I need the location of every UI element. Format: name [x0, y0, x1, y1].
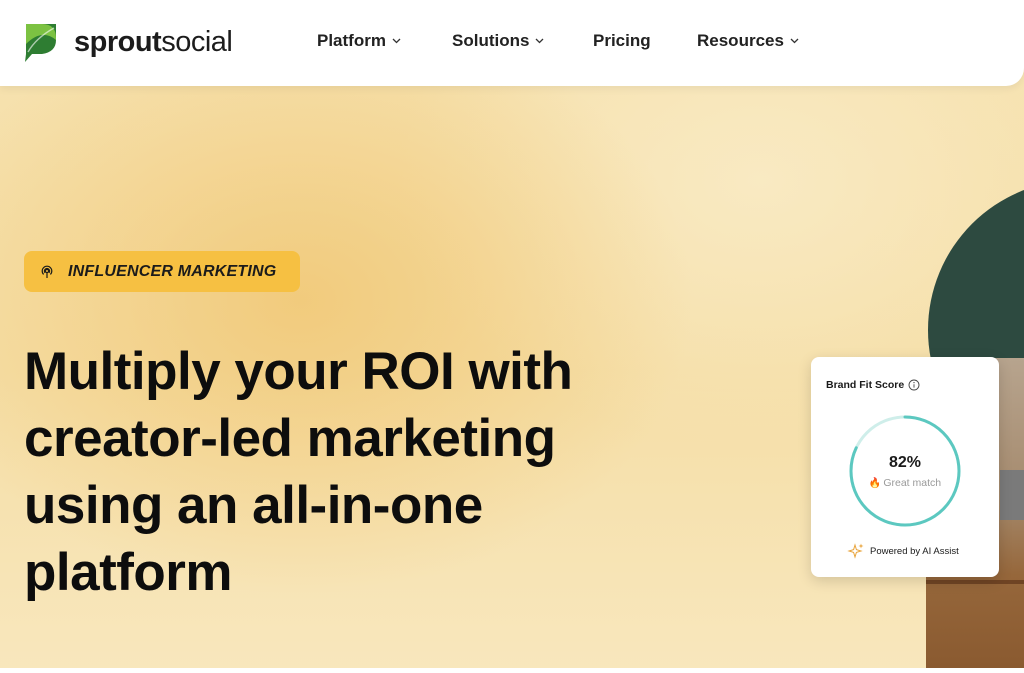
- chevron-down-icon: [790, 38, 799, 44]
- powered-by-label: Powered by AI Assist: [870, 545, 959, 557]
- flame-icon: 🔥: [868, 478, 882, 489]
- photo-shelf: [926, 580, 1024, 584]
- nav-item-platform[interactable]: Platform: [317, 31, 401, 51]
- info-icon[interactable]: [908, 379, 920, 391]
- nav-item-solutions[interactable]: Solutions: [452, 31, 544, 51]
- sprout-leaf-icon: [25, 24, 56, 62]
- section-divider: [0, 668, 1024, 673]
- category-badge: INFLUENCER MARKETING: [24, 251, 300, 292]
- nav-item-resources[interactable]: Resources: [697, 31, 799, 51]
- nav-item-label: Resources: [697, 31, 784, 50]
- sparkle-icon: [847, 543, 864, 559]
- badge-label: INFLUENCER MARKETING: [68, 262, 277, 280]
- match-label: 🔥 Great match: [868, 477, 942, 489]
- card-title-label: Brand Fit Score: [826, 379, 905, 391]
- nav-item-pricing[interactable]: Pricing: [593, 31, 651, 51]
- chevron-down-icon: [535, 38, 544, 44]
- hero-headline: Multiply your ROI with creator-led marke…: [24, 342, 573, 602]
- sprout-social-logo[interactable]: sproutsocial: [22, 20, 233, 64]
- nav-item-label: Pricing: [593, 31, 651, 50]
- score-value: 82%: [888, 454, 922, 471]
- card-title: Brand Fit Score: [826, 379, 920, 391]
- wordmark: sproutsocial: [74, 25, 233, 58]
- powered-by-ai-assist: Powered by AI Assist: [847, 542, 959, 560]
- photo-laptop: [1000, 470, 1024, 520]
- influencer-broadcast-icon: [41, 265, 53, 278]
- nav-item-label: Platform: [317, 31, 386, 50]
- brand-fit-card: Brand Fit Score 82% 🔥 Great match Powered…: [811, 357, 999, 577]
- nav-item-label: Solutions: [452, 31, 530, 50]
- chevron-down-icon: [392, 38, 401, 44]
- site-header: sproutsocial Platform Solutions Pricing …: [0, 0, 1024, 86]
